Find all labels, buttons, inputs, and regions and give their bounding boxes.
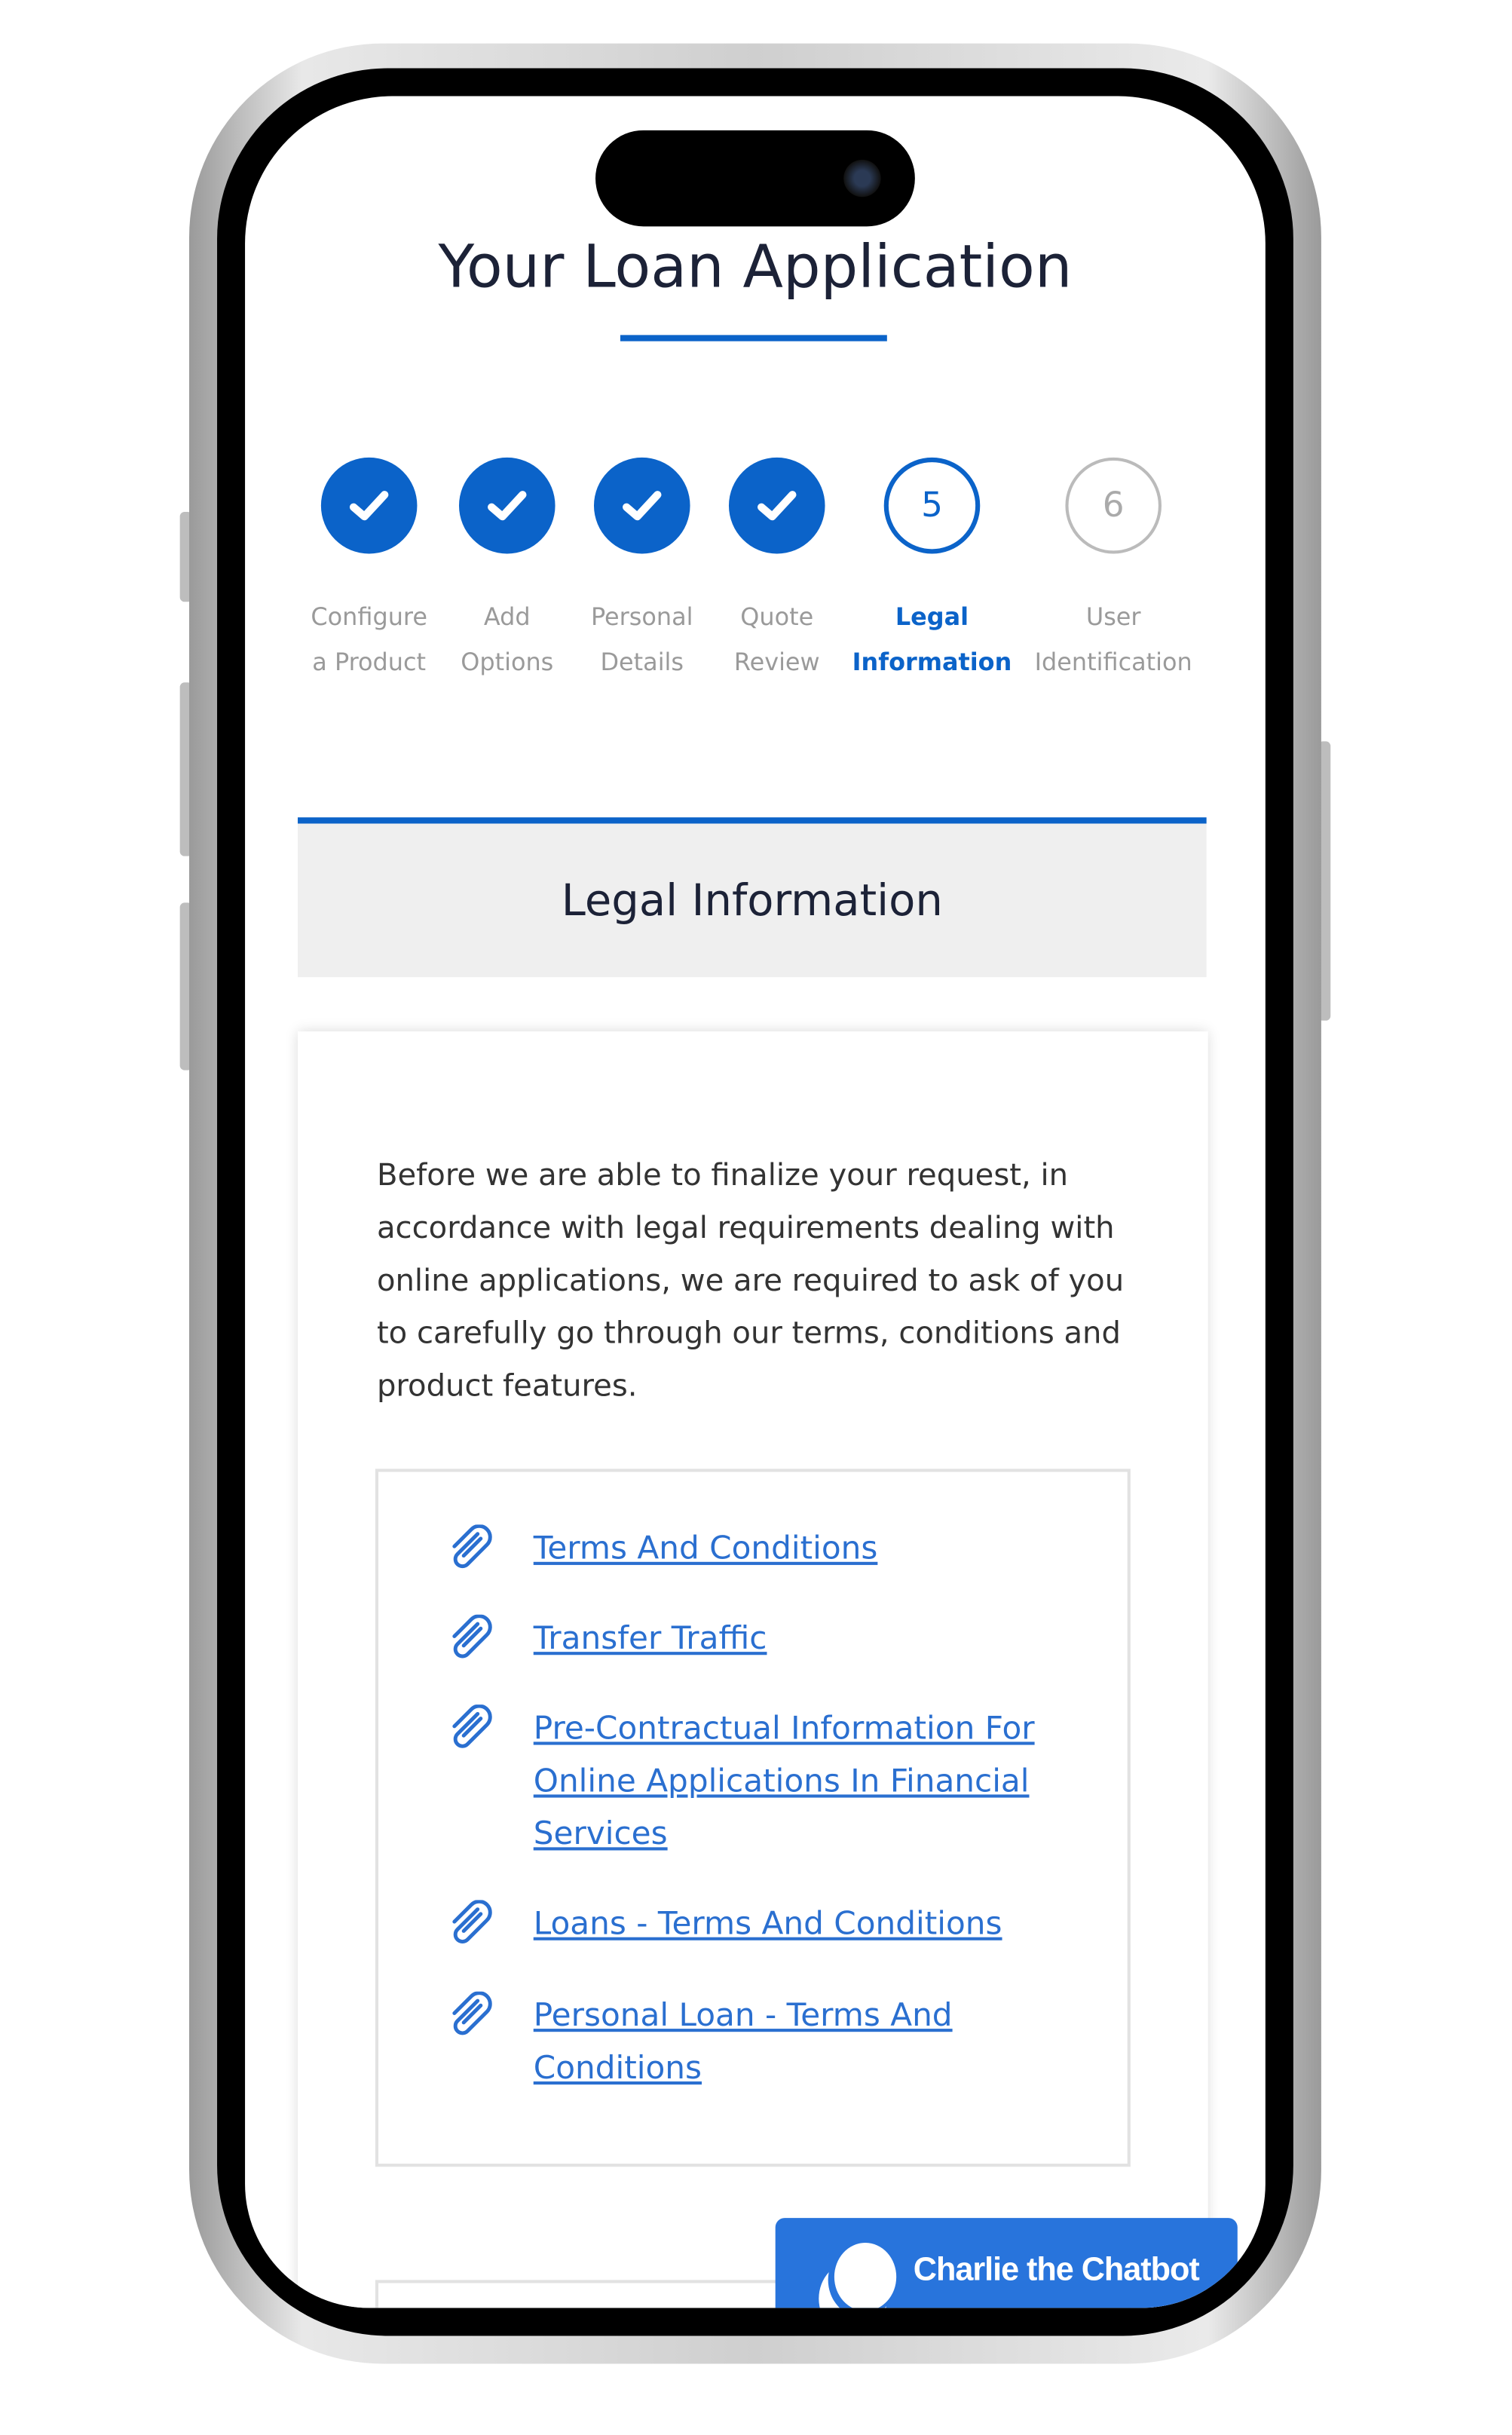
checkmark-icon (349, 491, 389, 521)
step-label-line1: Legal (895, 603, 969, 632)
step-3-circle (593, 457, 690, 554)
section-header: Legal Information (298, 817, 1207, 978)
step-5-circle: 5 (883, 457, 981, 554)
paperclip-icon (452, 1614, 492, 1659)
step-label-line1: User (1085, 603, 1141, 632)
step-6-circle: 6 (1065, 457, 1162, 554)
document-link[interactable]: Personal Loan - Terms And Conditions (534, 1989, 1092, 2094)
step-number: 6 (1102, 485, 1125, 525)
section-title: Legal Information (561, 874, 943, 927)
paperclip-icon (452, 1704, 492, 1748)
document-link[interactable]: Pre-Contractual Information For Online A… (534, 1701, 1092, 1860)
documents-list: Terms And Conditions Transfer Traffic Pre-… (375, 1469, 1131, 2167)
step-6-label: User Identification (1021, 596, 1207, 685)
checkmark-icon (758, 491, 797, 521)
step-2-circle (458, 457, 556, 554)
chatbot-button[interactable]: Charlie the Chatbot (775, 2218, 1238, 2308)
dynamic-island (595, 130, 915, 227)
phone-screen: Your Loan Application Configure a Product… (245, 96, 1266, 2308)
chat-bubble-icon (819, 2243, 897, 2308)
legal-card: Before we are able to finalize your requ… (298, 1031, 1208, 2308)
step-number: 5 (921, 485, 943, 525)
paperclip-icon (452, 1524, 492, 1569)
step-5-label: Legal Information (839, 596, 1025, 685)
title-underline (620, 335, 887, 342)
chatbot-label: Charlie the Chatbot (913, 2252, 1200, 2288)
checkmark-icon (623, 491, 662, 521)
page-title: Your Loan Application (438, 232, 1073, 302)
step-label-line2: Information (852, 648, 1012, 677)
document-link[interactable]: Loans - Terms And Conditions (534, 1897, 1092, 1950)
step-4-circle (728, 457, 825, 554)
paperclip-icon (452, 1991, 492, 2035)
step-1-circle (320, 457, 418, 554)
document-link[interactable]: Terms And Conditions (534, 1521, 1092, 1574)
document-link[interactable]: Transfer Traffic (534, 1612, 1092, 1665)
paperclip-icon (452, 1900, 492, 1943)
intro-text: Before we are able to finalize your requ… (376, 1156, 1125, 1404)
step-label-line2: Identification (1034, 648, 1192, 677)
camera-icon (843, 159, 881, 198)
checkmark-icon (488, 491, 527, 521)
